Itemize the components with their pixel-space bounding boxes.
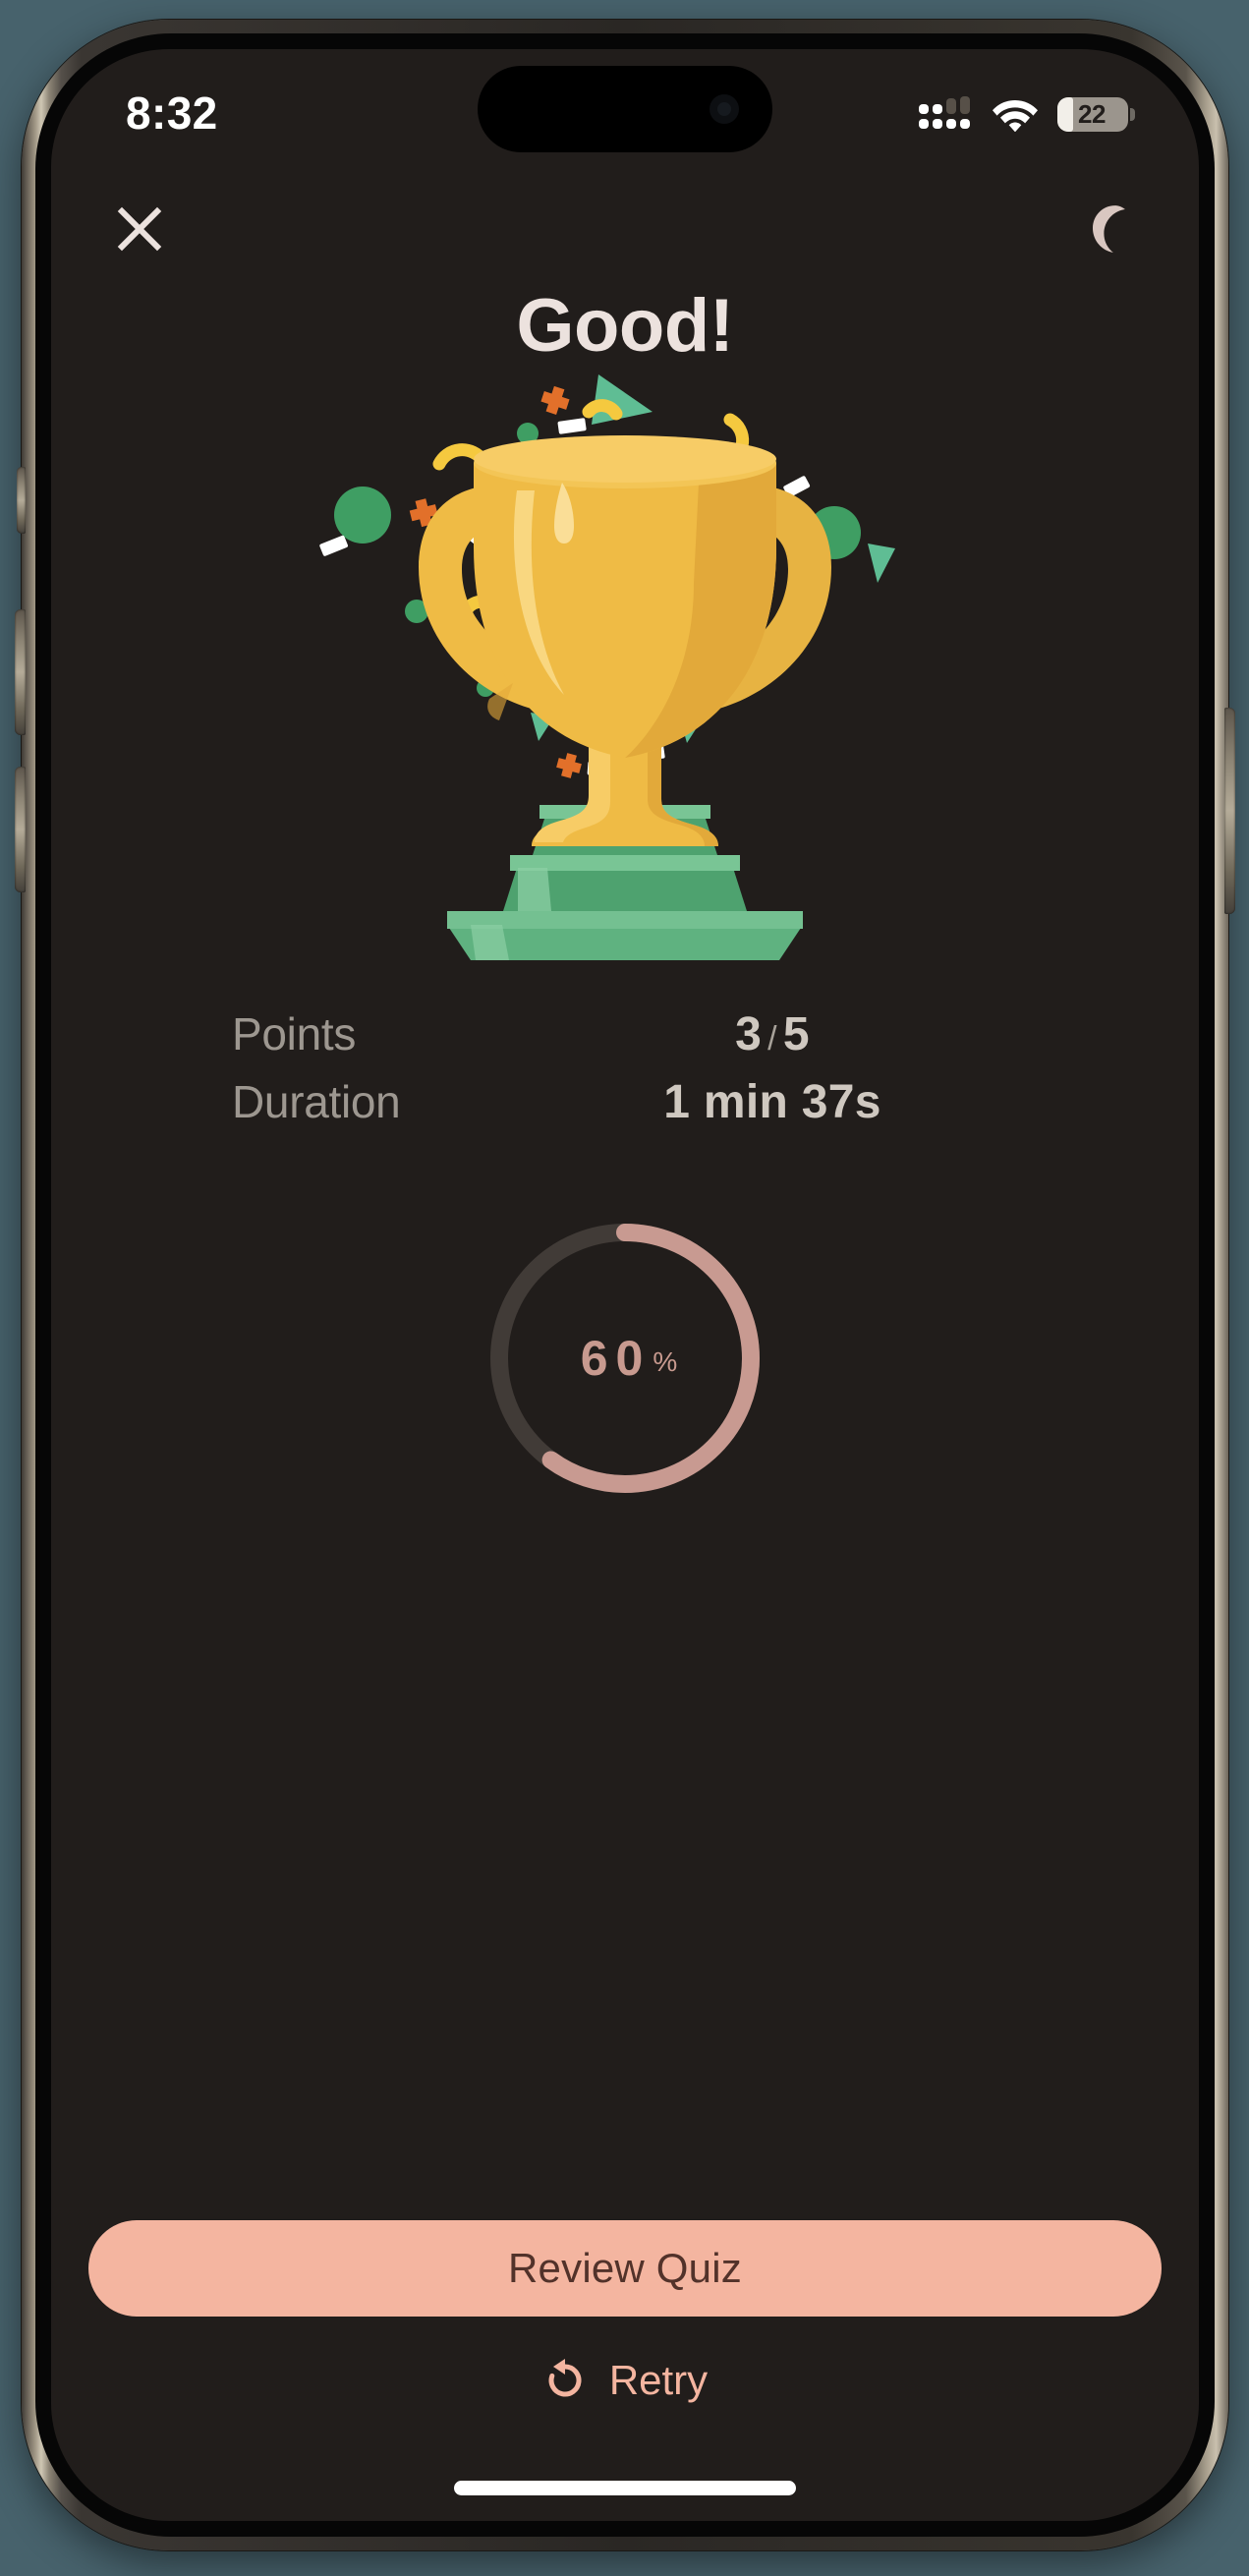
phone-screen: 8:32 — [51, 49, 1199, 2521]
trophy-illustration — [51, 361, 1199, 990]
home-indicator[interactable] — [454, 2481, 796, 2495]
score-ring: 60 % — [482, 1215, 768, 1502]
battery-level-label: 22 — [1057, 99, 1128, 130]
score-ring-center: 60 % — [482, 1215, 768, 1502]
stat-label-points: Points — [232, 1007, 527, 1060]
silent-switch-button[interactable] — [17, 467, 26, 534]
score-percent-value: 60 — [573, 1330, 652, 1387]
trophy-with-confetti-icon — [311, 361, 939, 990]
close-icon — [116, 205, 163, 253]
volume-up-button[interactable] — [15, 609, 26, 735]
power-button[interactable] — [1224, 708, 1235, 914]
status-bar-time: 8:32 — [126, 86, 218, 140]
dynamic-island — [478, 66, 772, 152]
top-nav-bar — [51, 185, 1199, 273]
review-quiz-button[interactable]: Review Quiz — [88, 2220, 1162, 2317]
cellular-signal-icon — [919, 96, 973, 132]
retry-label: Retry — [609, 2357, 708, 2404]
phone-device: 8:32 — [22, 20, 1228, 2550]
stats-list: Points 3/5 Duration 1 min 37s — [232, 1007, 1018, 1140]
front-camera-icon — [710, 94, 739, 124]
points-separator: / — [762, 1020, 783, 1058]
close-button[interactable] — [102, 192, 177, 266]
points-earned: 3 — [735, 1008, 762, 1060]
result-content: Good! — [51, 273, 1199, 2521]
stat-row-points: Points 3/5 — [232, 1007, 1018, 1072]
moon-icon — [1082, 203, 1133, 255]
rotate-counterclockwise-icon — [542, 2358, 588, 2403]
stat-value-points: 3/5 — [527, 1007, 1018, 1061]
theme-toggle-button[interactable] — [1070, 192, 1145, 266]
stat-label-duration: Duration — [232, 1075, 527, 1128]
status-bar-icons: 22 — [919, 96, 1128, 132]
score-percent-unit: % — [653, 1346, 677, 1378]
action-buttons: Review Quiz Retry — [51, 2220, 1199, 2415]
volume-down-button[interactable] — [15, 767, 26, 892]
stat-value-duration: 1 min 37s — [527, 1075, 1018, 1129]
score-ring-area: 60 % — [51, 1215, 1199, 1502]
points-total: 5 — [783, 1008, 810, 1060]
retry-button[interactable]: Retry — [542, 2346, 708, 2415]
battery-icon: 22 — [1057, 97, 1128, 132]
wifi-icon — [992, 96, 1039, 132]
stat-row-duration: Duration 1 min 37s — [232, 1075, 1018, 1140]
result-headline: Good! — [51, 283, 1199, 369]
